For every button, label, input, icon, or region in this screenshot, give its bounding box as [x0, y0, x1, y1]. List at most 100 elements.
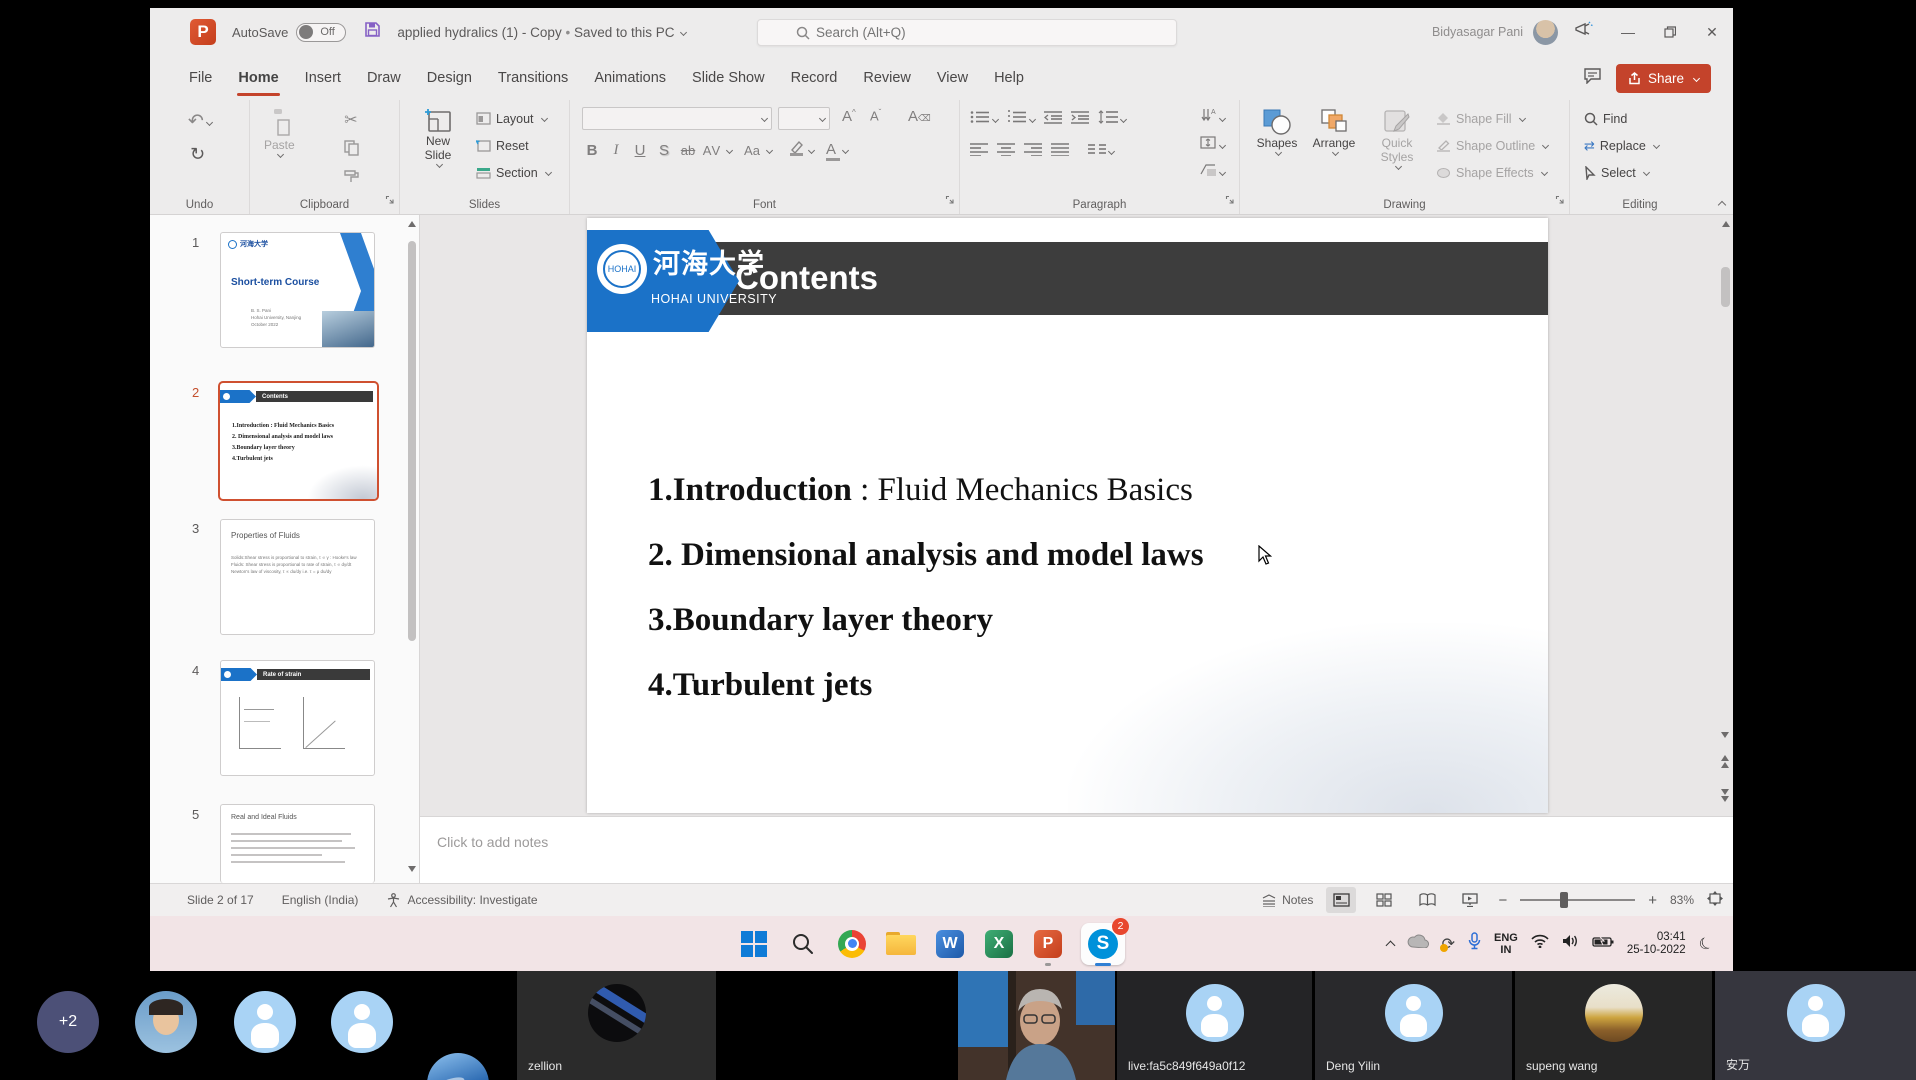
layout-button[interactable]: Layout	[476, 106, 547, 131]
slide-thumbnail-2-selected[interactable]: Contents 1.Introduction : Fluid Mechanic…	[218, 381, 379, 501]
chrome-icon[interactable]	[836, 928, 868, 960]
minimize-button[interactable]: —	[1607, 8, 1649, 56]
convert-to-smartart-button[interactable]	[1199, 162, 1225, 182]
participant-tile-live-id[interactable]: live:fa5c849f649a0f12	[1117, 971, 1312, 1080]
scroll-down-icon[interactable]	[408, 866, 416, 872]
tab-review[interactable]: Review	[850, 56, 924, 100]
reading-view-button[interactable]	[1412, 887, 1442, 913]
slide-indicator[interactable]: Slide 2 of 17	[187, 893, 254, 907]
underline-button[interactable]: U	[628, 142, 652, 159]
tab-insert[interactable]: Insert	[292, 56, 354, 100]
slide-thumbnail-5[interactable]: Real and Ideal Fluids	[220, 804, 375, 883]
increase-indent-button[interactable]	[1071, 110, 1089, 129]
tab-file[interactable]: File	[176, 56, 225, 100]
close-button[interactable]: ✕	[1691, 8, 1733, 56]
text-direction-button[interactable]: A	[1199, 108, 1225, 128]
columns-button[interactable]	[1088, 142, 1114, 161]
autosave-toggle[interactable]: Off	[296, 23, 346, 42]
copy-button[interactable]	[338, 136, 364, 160]
night-light-icon[interactable]: ☾	[1695, 931, 1716, 955]
tab-design[interactable]: Design	[414, 56, 485, 100]
participant-avatar[interactable]	[427, 1053, 489, 1080]
previous-slide-button[interactable]	[1721, 755, 1729, 768]
thumbnail-scrollbar[interactable]	[408, 219, 416, 874]
language-switcher[interactable]: ENG IN	[1494, 932, 1518, 956]
find-button[interactable]: Find	[1584, 106, 1627, 131]
user-avatar[interactable]	[1533, 20, 1558, 45]
justify-button[interactable]	[1051, 142, 1069, 161]
skype-icon[interactable]: S 2	[1081, 928, 1125, 960]
taskbar-search-button[interactable]	[787, 928, 819, 960]
tab-animations[interactable]: Animations	[581, 56, 679, 100]
line-spacing-button[interactable]	[1098, 110, 1126, 129]
format-painter-button[interactable]	[338, 164, 364, 188]
dialog-launcher-icon[interactable]	[945, 191, 954, 209]
decrease-indent-button[interactable]	[1044, 110, 1062, 129]
tab-record[interactable]: Record	[778, 56, 851, 100]
strikethrough-button[interactable]: ab	[676, 143, 700, 158]
cut-button[interactable]: ✂	[338, 108, 364, 132]
zoom-level[interactable]: 83%	[1670, 893, 1694, 907]
tab-transitions[interactable]: Transitions	[485, 56, 581, 100]
notes-pane[interactable]: Click to add notes	[420, 816, 1733, 883]
slide-thumbnail-3[interactable]: Properties of Fluids Solids:Shear stress…	[220, 519, 375, 635]
overflow-participants-badge[interactable]: +2	[37, 991, 99, 1053]
scroll-up-icon[interactable]	[1722, 221, 1730, 227]
quick-styles-button[interactable]: Quick Styles	[1366, 108, 1428, 169]
decrease-font-size-button[interactable]: Aˇ	[870, 108, 881, 123]
undo-button[interactable]: ↶	[188, 110, 212, 133]
excel-icon[interactable]: X	[983, 928, 1015, 960]
restore-button[interactable]	[1649, 8, 1691, 56]
tab-slide-show[interactable]: Slide Show	[679, 56, 778, 100]
dialog-launcher-icon[interactable]	[1555, 191, 1564, 209]
italic-button[interactable]: I	[604, 142, 628, 159]
paste-button[interactable]: Paste	[264, 108, 295, 157]
font-color-button[interactable]: A	[826, 141, 840, 161]
increase-font-size-button[interactable]: A^	[842, 108, 856, 125]
collapse-ribbon-icon[interactable]	[1718, 201, 1726, 209]
align-left-button[interactable]	[970, 142, 988, 161]
section-button[interactable]: Section	[476, 160, 551, 185]
dialog-launcher-icon[interactable]	[1225, 191, 1234, 209]
shape-fill-button[interactable]: Shape Fill	[1436, 106, 1525, 131]
clear-formatting-button[interactable]: A⌫	[908, 108, 931, 125]
select-button[interactable]: Select	[1584, 160, 1649, 185]
scroll-up-icon[interactable]	[408, 221, 416, 227]
sync-icon[interactable]: ⟳	[1442, 934, 1455, 954]
slide-sorter-view-button[interactable]	[1369, 887, 1399, 913]
start-button[interactable]	[738, 928, 770, 960]
volume-icon[interactable]	[1562, 934, 1579, 953]
change-case-button[interactable]: Aa	[740, 143, 764, 158]
slide-thumbnail-1[interactable]: 河海大学 Short-term Course B. S. Pani Hohai …	[220, 232, 375, 348]
arrange-button[interactable]: Arrange	[1306, 108, 1362, 155]
scrollbar-thumb[interactable]	[1721, 267, 1730, 307]
zoom-slider-thumb[interactable]	[1560, 892, 1568, 908]
file-explorer-icon[interactable]	[885, 928, 917, 960]
participant-live-video[interactable]	[958, 971, 1115, 1080]
coming-soon-megaphone-icon[interactable]	[1574, 21, 1593, 43]
participant-tile-supeng-wang[interactable]: supeng wang	[1515, 971, 1712, 1080]
dialog-launcher-icon[interactable]	[385, 191, 394, 209]
tab-home[interactable]: Home	[225, 56, 291, 100]
document-title[interactable]: applied hydralics (1) - Copy • Saved to …	[397, 25, 686, 40]
onedrive-icon[interactable]	[1407, 934, 1429, 953]
bold-button[interactable]: B	[580, 142, 604, 159]
numbering-button[interactable]	[1007, 110, 1035, 129]
scrollbar-thumb[interactable]	[408, 241, 416, 641]
shape-outline-button[interactable]: Shape Outline	[1436, 133, 1548, 158]
save-icon[interactable]	[364, 21, 381, 43]
align-center-button[interactable]	[997, 142, 1015, 161]
microphone-icon[interactable]	[1468, 932, 1481, 955]
comments-icon[interactable]	[1583, 67, 1602, 89]
normal-view-button[interactable]	[1326, 887, 1356, 913]
powerpoint-taskbar-icon[interactable]: P	[1032, 928, 1064, 960]
language-indicator[interactable]: English (India)	[282, 893, 359, 907]
notes-toggle-button[interactable]: Notes	[1261, 893, 1313, 907]
zoom-in-button[interactable]: +	[1648, 892, 1657, 909]
character-spacing-button[interactable]: AV	[700, 143, 724, 158]
zoom-slider[interactable]	[1520, 899, 1635, 901]
shapes-button[interactable]: Shapes	[1250, 108, 1304, 155]
participant-avatar[interactable]	[331, 991, 393, 1053]
text-shadow-button[interactable]: S	[652, 142, 676, 159]
shape-effects-button[interactable]: Shape Effects	[1436, 160, 1547, 185]
